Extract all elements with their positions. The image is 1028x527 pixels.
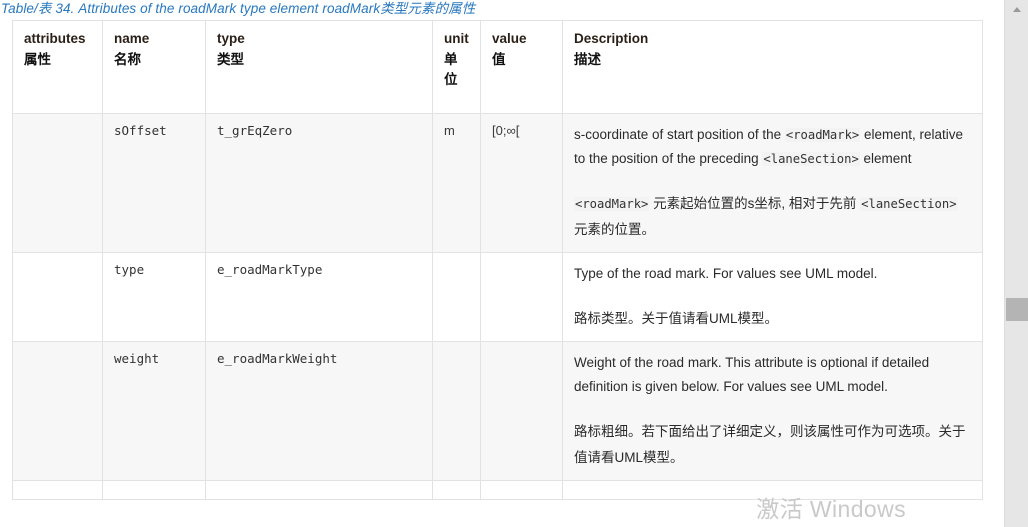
table-row: [12, 480, 983, 500]
column-header-value-en: value: [492, 31, 527, 46]
cell-type: e_roadMarkWeight: [205, 341, 433, 481]
column-header-type: type 类型: [205, 20, 433, 114]
column-header-attributes-en: attributes: [24, 31, 86, 46]
cell-value: [480, 480, 563, 500]
cell-value: [480, 252, 563, 342]
cell-unit: [432, 252, 481, 342]
cell-description: s-coordinate of start position of the <r…: [562, 113, 983, 253]
cell-unit: m: [432, 113, 481, 253]
description-en: s-coordinate of start position of the <r…: [574, 127, 964, 166]
column-header-unit-zh: 单位: [444, 52, 458, 87]
cell-description: [562, 480, 983, 500]
cell-name: sOffset: [102, 113, 206, 253]
cell-attributes: [12, 113, 103, 253]
inline-code: <roadMark>: [784, 128, 861, 142]
column-header-name: name 名称: [102, 20, 206, 114]
cell-unit: [432, 341, 481, 481]
table-header: attributes 属性 name 名称 type 类型 unit 单位 va…: [12, 20, 983, 114]
roadmark-attributes-table: attributes 属性 name 名称 type 类型 unit 单位 va…: [12, 20, 983, 500]
inline-code: <laneSection>: [762, 152, 860, 166]
column-header-type-zh: 类型: [217, 52, 244, 67]
column-header-unit-en: unit: [444, 31, 469, 46]
table-header-row: attributes 属性 name 名称 type 类型 unit 单位 va…: [12, 20, 983, 114]
column-header-name-zh: 名称: [114, 52, 141, 67]
scroll-up-button[interactable]: [1005, 0, 1028, 20]
column-header-description-zh: 描述: [574, 52, 601, 67]
cell-type: e_roadMarkType: [205, 252, 433, 342]
cell-attributes: [12, 341, 103, 481]
description-en: Type of the road mark. For values see UM…: [574, 266, 878, 281]
inline-code: <roadMark>: [574, 197, 650, 211]
cell-type: [205, 480, 433, 500]
column-header-description-en: Description: [574, 31, 649, 46]
vertical-scrollbar[interactable]: [1004, 0, 1028, 527]
document-viewport: Table/表 34. Attributes of the roadMark t…: [0, 0, 1028, 527]
table-row: weight e_roadMarkWeight Weight of the road…: [12, 341, 983, 481]
cell-name: [102, 480, 206, 500]
column-header-name-en: name: [114, 31, 150, 46]
description-zh: <roadMark> 元素起始位置的s坐标, 相对于先前 <laneSectio…: [574, 196, 958, 237]
table-row: sOffset t_grEqZero m [0;∞[ s-coordinate of s…: [12, 113, 983, 253]
chevron-up-icon: [1012, 7, 1021, 12]
inline-code: <laneSection>: [860, 197, 958, 211]
column-header-attributes-zh: 属性: [24, 52, 51, 67]
cell-type: t_grEqZero: [205, 113, 433, 253]
description-zh: 路标粗细。若下面给出了详细定义，则该属性可作为可选项。关于值请看UML模型。: [574, 424, 966, 465]
cell-attributes: [12, 252, 103, 342]
cell-description: Weight of the road mark. This attribute …: [562, 341, 983, 481]
document-page: Table/表 34. Attributes of the roadMark t…: [0, 0, 1004, 527]
cell-name: weight: [102, 341, 206, 481]
table-body: sOffset t_grEqZero m [0;∞[ s-coordinate of s…: [12, 113, 983, 500]
description-en: Weight of the road mark. This attribute …: [574, 355, 930, 394]
column-header-type-en: type: [217, 31, 245, 46]
cell-attributes: [12, 480, 103, 500]
column-header-description: Description 描述: [562, 20, 983, 114]
column-header-attributes: attributes 属性: [12, 20, 103, 114]
description-zh: 路标类型。关于值请看UML模型。: [574, 311, 779, 326]
cell-unit: [432, 480, 481, 500]
table-row: type e_roadMarkType Type of the road mark.…: [12, 252, 983, 342]
cell-description: Type of the road mark. For values see UM…: [562, 252, 983, 342]
column-header-unit: unit 单位: [432, 20, 481, 114]
cell-name: type: [102, 252, 206, 342]
table-caption: Table/表 34. Attributes of the roadMark t…: [1, 1, 476, 16]
column-header-value-zh: 值: [492, 52, 506, 67]
cell-value: [480, 341, 563, 481]
column-header-value: value 值: [480, 20, 563, 114]
scrollbar-thumb[interactable]: [1006, 298, 1028, 321]
cell-value: [0;∞[: [480, 113, 563, 253]
